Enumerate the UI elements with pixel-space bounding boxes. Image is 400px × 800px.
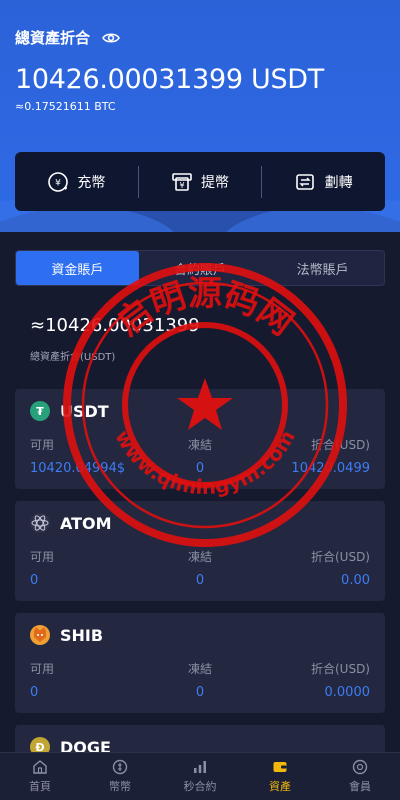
shib-icon <box>30 625 50 645</box>
coin-card-usdt[interactable]: ₮ USDT 可用 凍結 折合(USD) 10420.04994$ 0 1042… <box>15 389 385 489</box>
tab-contract-account[interactable]: 合約賬戶 <box>139 251 262 285</box>
transfer-icon <box>295 173 314 190</box>
available-label: 可用 <box>30 662 55 676</box>
coin-card-shib[interactable]: SHIB 可用 凍結 折合(USD) 0 0 0.0000 <box>15 613 385 713</box>
account-tabs: 資金賬戶 合約賬戶 法幣賬戶 <box>15 250 385 286</box>
coin-card-atom[interactable]: ATOM 可用 凍結 折合(USD) 0 0 0.00 <box>15 501 385 601</box>
nav-coin[interactable]: 幣幣 <box>80 753 160 800</box>
coin-name: SHIB <box>60 625 104 645</box>
action-bar: ¥ 充幣 ¥ 提幣 劃轉 <box>15 152 385 211</box>
bottom-nav: 首頁 幣幣 秒合約 資產 會員 <box>0 752 400 800</box>
converted-label: 折合(USD) <box>310 438 370 452</box>
account-panel: 資金賬戶 合約賬戶 法幣賬戶 ≈10426.00031399 總資產折合(USD… <box>0 232 400 800</box>
coin-name: USDT <box>60 401 109 421</box>
converted-label: 折合(USD) <box>310 662 370 676</box>
frozen-value: 0 <box>195 573 205 588</box>
coin-header: ₮ USDT <box>30 401 109 421</box>
frozen-value: 0 <box>195 685 205 700</box>
available-value: 10420.04994$ <box>30 461 126 476</box>
nav-home[interactable]: 首頁 <box>0 753 80 800</box>
wallet-icon <box>273 762 287 772</box>
frozen-label: 凍結 <box>187 438 212 452</box>
atom-icon <box>30 513 50 533</box>
account-total: ≈10426.00031399 <box>30 315 200 336</box>
converted-label: 折合(USD) <box>310 550 370 564</box>
eye-icon[interactable] <box>102 32 120 44</box>
tab-fiat-account[interactable]: 法幣賬戶 <box>261 251 384 285</box>
converted-value: 0.0000 <box>324 685 371 700</box>
frozen-label: 凍結 <box>187 550 212 564</box>
frozen-label: 凍結 <box>187 662 212 676</box>
svg-text:¥: ¥ <box>179 181 184 190</box>
account-total-label: 總資產折合(USDT) <box>30 352 116 363</box>
frozen-value: 0 <box>195 461 205 476</box>
nav-assets[interactable]: 資產 <box>240 753 320 800</box>
coin-name: ATOM <box>60 513 112 533</box>
deposit-button[interactable]: ¥ 充幣 <box>15 171 138 193</box>
available-value: 0 <box>30 573 39 588</box>
withdraw-button[interactable]: ¥ 提幣 <box>139 171 262 193</box>
usdt-icon: ₮ <box>30 401 50 421</box>
asset-header: 總資產折合 10426.00031399 USDT ≈0.17521611 BT… <box>0 0 400 232</box>
available-value: 0 <box>30 685 39 700</box>
total-assets-title: 總資產折合 <box>15 27 120 48</box>
coin-header: SHIB <box>30 625 103 645</box>
tab-funding-account[interactable]: 資金賬戶 <box>16 251 139 285</box>
svg-text:¥: ¥ <box>55 178 61 188</box>
transfer-button[interactable]: 劃轉 <box>262 171 385 193</box>
member-icon <box>352 759 368 775</box>
converted-value: 0.00 <box>341 573 370 588</box>
coin-icon <box>112 759 128 775</box>
chart-icon <box>194 761 206 773</box>
withdraw-icon: ¥ <box>172 172 192 191</box>
available-label: 可用 <box>30 438 55 452</box>
available-label: 可用 <box>30 550 55 564</box>
home-icon <box>33 760 47 774</box>
converted-value: 10420.0499 <box>291 461 370 476</box>
coin-header: ATOM <box>30 513 112 533</box>
nav-member[interactable]: 會員 <box>320 753 400 800</box>
nav-contract[interactable]: 秒合約 <box>160 753 240 800</box>
deposit-icon: ¥ <box>48 171 69 192</box>
total-btc: ≈0.17521611 BTC <box>15 100 116 113</box>
total-amount: 10426.00031399 USDT <box>15 64 324 95</box>
